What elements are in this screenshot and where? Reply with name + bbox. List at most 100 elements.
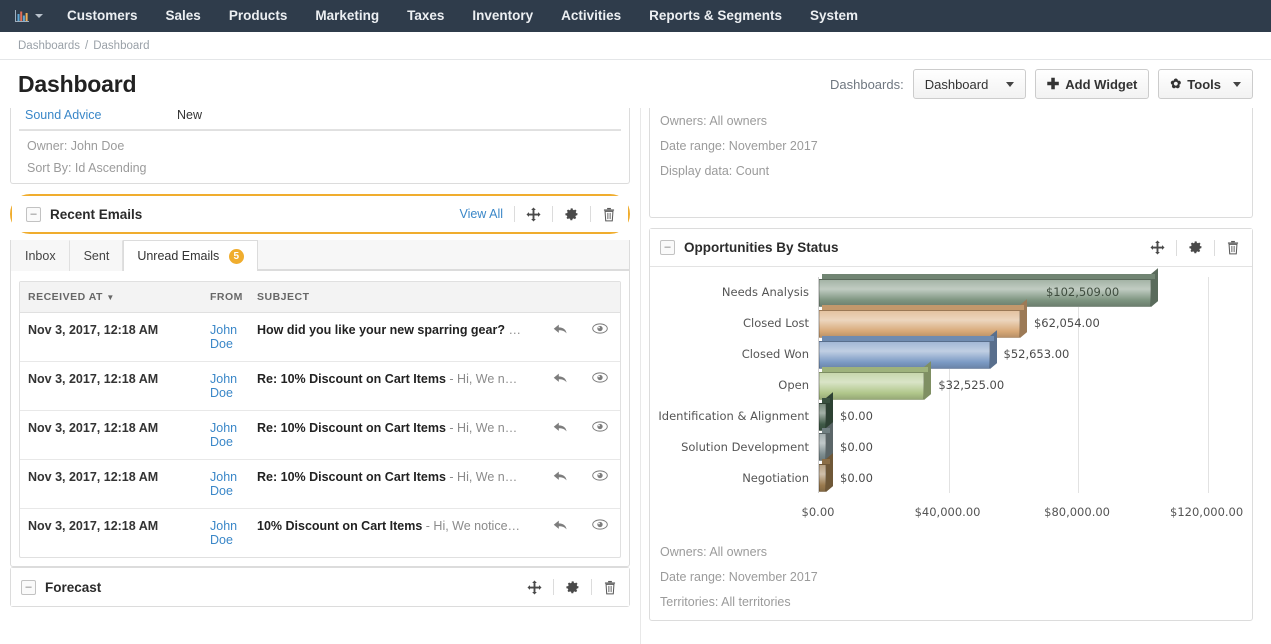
eye-icon[interactable] [592,372,608,386]
meta-date-range: Date range: November 2017 [660,570,818,584]
collapse-toggle[interactable]: – [660,240,675,255]
move-icon[interactable] [527,579,542,595]
breadcrumb-current: Dashboard [93,39,150,52]
chart-bar-row[interactable]: Identification & Alignment $0.00 [658,391,1240,431]
eye-icon[interactable] [592,421,608,435]
sender-link[interactable]: John Doe [210,372,237,400]
tools-button[interactable]: ✿ Tools [1158,69,1253,99]
chart-bar-row[interactable]: Closed Lost $62,054.00 [743,299,1240,339]
chart-bar-row[interactable]: Closed Won $52,653.00 [742,329,1240,370]
reply-icon[interactable] [553,372,568,389]
chart-bar[interactable] [819,360,932,400]
cell-subject: 10% Discount on Cart Items - Hi, We noti… [257,519,521,533]
chart-bar[interactable] [819,329,997,369]
reply-icon[interactable] [553,519,568,536]
tab-unread-emails[interactable]: Unread Emails 5 [123,240,258,271]
page-title: Dashboard [18,70,137,97]
trash-icon[interactable] [602,207,616,222]
move-icon[interactable] [1150,240,1165,255]
cell-reply [540,361,580,411]
chart-category-label: Negotiation [742,470,809,485]
meta-owners: Owners: All owners [660,545,767,559]
gear-icon[interactable] [1188,240,1203,255]
bar-face [819,371,925,400]
tab-label: Inbox [25,249,56,263]
breadcrumb: Dashboards / Dashboard [0,32,1271,60]
row-status: New [177,108,203,122]
cell-from: John Doe [202,410,249,460]
chart-bar-row[interactable]: Open $32,525.00 [778,360,1240,401]
column-header-received-at[interactable]: RECEIVED AT ▼ [20,282,202,313]
column-header-subject[interactable]: SUBJECT [249,282,540,313]
table-row[interactable]: Sound Advice New [19,108,621,130]
chart-value-label: $0.00 [840,439,873,454]
nav-item-products[interactable]: Products [215,0,302,32]
nav-item-customers[interactable]: Customers [53,0,152,32]
app-logo-menu[interactable] [8,9,53,24]
bar-face [819,402,826,431]
cell-from: John Doe [202,361,249,411]
collapse-toggle[interactable]: – [26,206,41,222]
tab-label: Sent [83,249,110,263]
eye-icon[interactable] [592,470,608,484]
chart-bar[interactable] [819,391,833,431]
eye-icon[interactable] [592,519,608,533]
gear-icon[interactable] [565,580,580,595]
cell-subject: Re: 10% Discount on Cart Items - Hi, We … [249,459,540,509]
breadcrumb-root[interactable]: Dashboards [18,40,80,52]
reply-icon[interactable] [553,323,568,340]
nav-item-sales[interactable]: Sales [152,0,215,32]
nav-item-taxes[interactable]: Taxes [393,0,458,32]
nav-item-activities[interactable]: Activities [547,0,635,32]
widget-actions [1150,239,1240,256]
chart-bar[interactable] [819,453,833,493]
dashboard-select[interactable]: Dashboard [912,69,1026,99]
bar-face [819,309,1020,338]
meta-display-data: Display data: Count [660,164,770,178]
chart-bar[interactable] [819,422,833,462]
divider [553,579,554,595]
widget-forecast: – Forecast [10,567,630,607]
table-row[interactable]: Nov 3, 2017, 12:18 AM John Doe Re: 10% Dis… [20,459,620,509]
table-row[interactable]: Nov 3, 2017, 12:18 AM John Doe 10% Discoun… [20,509,620,558]
collapse-toggle[interactable]: – [21,579,36,595]
table-row[interactable]: Nov 3, 2017, 12:18 AM John Doe Re: 10% Dis… [20,410,620,460]
trash-icon[interactable] [603,580,617,595]
chart-bar[interactable] [819,299,1027,338]
cell-mark-read [580,312,620,362]
sender-link[interactable]: John Doe [210,323,237,351]
add-widget-button[interactable]: ✚ Add Widget [1034,69,1150,99]
table-row[interactable]: Nov 3, 2017, 12:18 AM John Doe How did you… [20,312,620,362]
move-icon[interactable] [526,206,541,222]
chart-bar-row[interactable]: Needs Analysis $102,509.00 [722,268,1240,308]
sender-link[interactable]: John Doe [210,470,237,498]
tab-inbox[interactable]: Inbox [11,240,70,271]
widget-opportunities-by-status: – Opportunities By Status Needs Analysis… [649,228,1253,621]
view-all-link[interactable]: View All [459,207,503,221]
sender-link[interactable]: John Doe [210,421,237,449]
trash-icon[interactable] [1226,240,1240,255]
breadcrumb-separator: / [85,39,89,52]
cell-subject: Re: 10% Discount on Cart Items - Hi, We … [249,361,540,411]
widget-meta: Owners: All owners Date range: November … [650,108,1252,178]
eye-icon[interactable] [592,323,608,337]
chart-bar-row[interactable]: Negotiation $0.00 [742,453,1240,493]
reply-icon[interactable] [553,470,568,487]
reply-icon[interactable] [553,421,568,438]
chart-bar-row[interactable]: Solution Development $0.00 [681,422,1240,462]
table-row[interactable]: Nov 3, 2017, 12:18 AM John Doe Re: 10% Dis… [20,361,620,411]
tab-sent[interactable]: Sent [69,240,124,271]
cell-reply [540,509,580,558]
nav-item-reports-segments[interactable]: Reports & Segments [635,0,796,32]
nav-item-system[interactable]: System [796,0,872,32]
nav-item-inventory[interactable]: Inventory [458,0,547,32]
nav-item-marketing[interactable]: Marketing [301,0,393,32]
chart-category-label: Closed Lost [742,316,809,331]
row-name[interactable]: Sound Advice [25,108,177,122]
email-table-wrapper: RECEIVED AT ▼ FROM SUBJECT Nov 3, 2017, … [19,281,621,558]
chart-category-label: Solution Development [681,439,809,454]
column-header-from[interactable]: FROM [202,282,249,313]
gear-icon[interactable] [564,207,579,222]
sender-link[interactable]: John Doe [210,519,237,547]
chevron-down-icon [35,14,43,18]
